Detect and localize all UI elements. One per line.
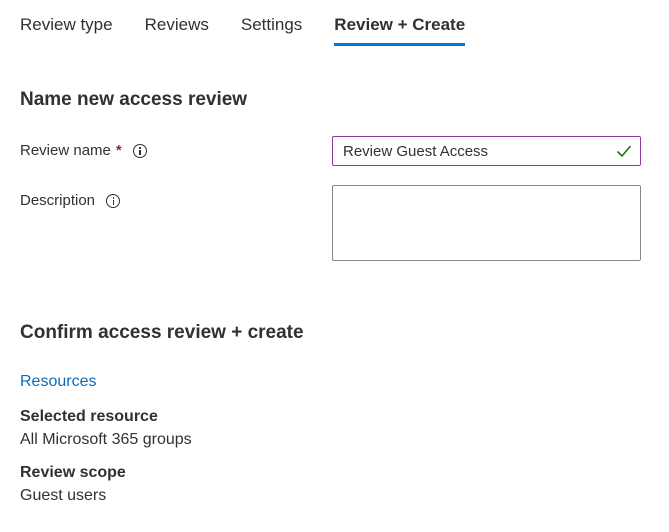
name-section-title: Name new access review bbox=[20, 89, 248, 110]
info-icon[interactable] bbox=[106, 193, 121, 208]
description-label-row: Description bbox=[20, 192, 121, 209]
description-field[interactable] bbox=[332, 185, 641, 261]
review-scope-label: Review scope bbox=[20, 464, 126, 481]
description-label: Description bbox=[20, 192, 96, 209]
tab-review-type[interactable]: Review type bbox=[20, 0, 113, 46]
review-name-label-row: Review name * bbox=[20, 142, 147, 159]
info-icon[interactable] bbox=[132, 143, 147, 158]
confirm-section-title: Confirm access review + create bbox=[20, 322, 304, 343]
tab-reviews[interactable]: Reviews bbox=[145, 0, 209, 46]
resources-link[interactable]: Resources bbox=[20, 373, 96, 391]
selected-resource-label: Selected resource bbox=[20, 408, 158, 425]
required-marker: * bbox=[115, 142, 122, 159]
wizard-tabs: Review type Reviews Settings Review + Cr… bbox=[20, 0, 497, 46]
tab-review-create[interactable]: Review + Create bbox=[334, 0, 465, 46]
checkmark-icon bbox=[616, 145, 632, 158]
review-name-label: Review name bbox=[20, 142, 111, 159]
selected-resource-value: All Microsoft 365 groups bbox=[20, 431, 192, 448]
tab-settings[interactable]: Settings bbox=[241, 0, 302, 46]
review-scope-value: Guest users bbox=[20, 487, 107, 504]
review-name-input[interactable]: Review Guest Access bbox=[332, 136, 641, 166]
review-name-value[interactable]: Review Guest Access bbox=[333, 143, 616, 160]
